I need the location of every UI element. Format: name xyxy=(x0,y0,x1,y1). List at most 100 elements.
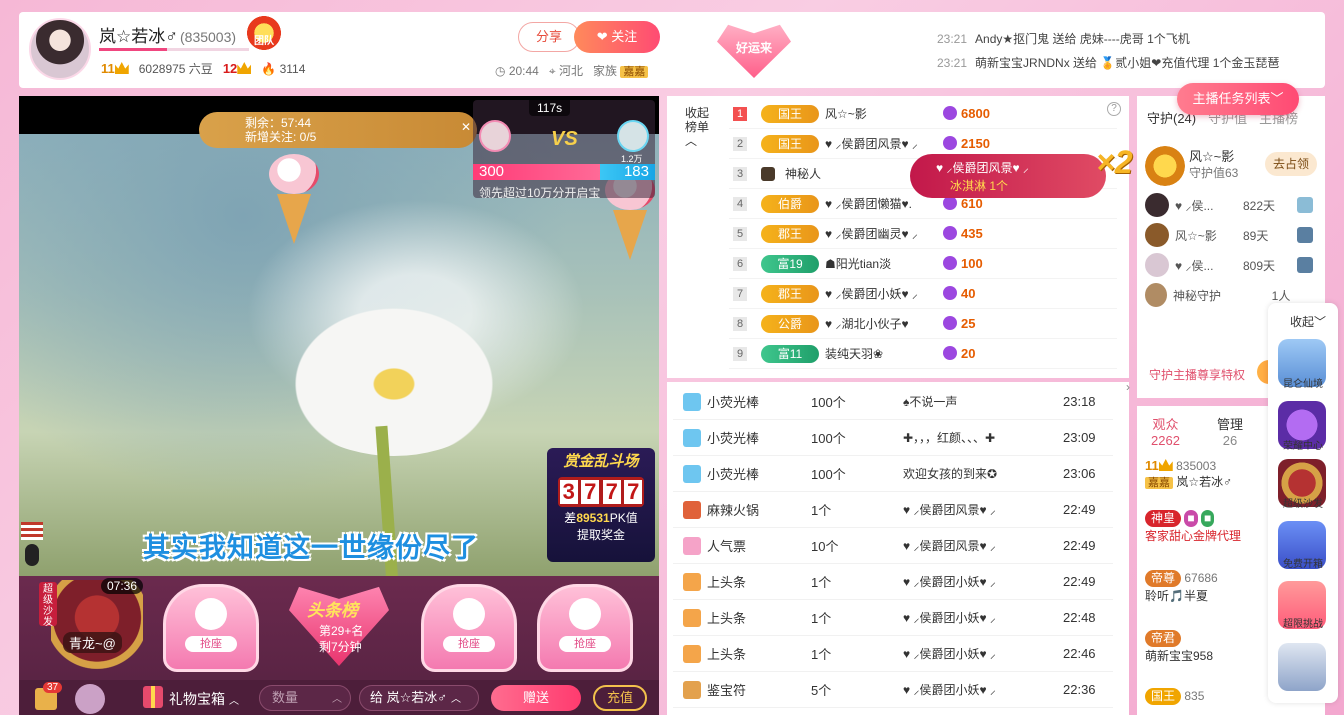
recipient-select[interactable]: 给 岚☆若冰♂ ︿ xyxy=(359,685,479,711)
rank-user-name[interactable]: ♥ ⸝侯爵团懒猫♥. xyxy=(825,195,935,212)
gift-sender[interactable]: ♥ ⸝侯爵团小妖♥ ⸝ xyxy=(903,573,1043,590)
user-name: 岚☆若冰♂ xyxy=(1176,475,1233,489)
user-avatar[interactable] xyxy=(75,684,105,714)
collapse-rank-button[interactable]: 收起榜单 ︿ xyxy=(685,106,711,148)
seat-row: 超级沙发 07:36 青龙~@ 抢座 头条榜 第29+名 剩7分钟 抢座 抢座 xyxy=(19,576,659,680)
gift-sender[interactable]: ♥ ⸝侯爵团小妖♥ ⸝ xyxy=(903,681,1043,698)
rank-number: 4 xyxy=(733,196,747,211)
flag-icon[interactable] xyxy=(21,522,43,540)
glowstick-icon xyxy=(683,428,701,447)
headline-remaining: 剩7分钟 xyxy=(319,640,362,654)
gift-name: 鉴宝符 xyxy=(707,683,747,698)
gift-count: 5个 xyxy=(811,683,832,698)
tab-manager[interactable]: 管理 26 xyxy=(1217,414,1243,448)
guard-row[interactable]: ♥ ⸝侯... 822天 xyxy=(1145,190,1321,220)
family-tag[interactable]: 嘉嘉 xyxy=(620,66,649,78)
noble-badge: 国王 xyxy=(761,134,819,153)
rank-row[interactable]: 9 富11 装纯天羽❀ 20 xyxy=(729,339,1117,369)
fire-icon: 🔥 xyxy=(261,61,277,76)
pk-left-avatar[interactable] xyxy=(479,120,511,152)
share-button[interactable]: 分享 xyxy=(518,22,580,52)
gold-arena-counter: 3 7 7 7 xyxy=(558,477,644,507)
rank-user-name[interactable]: 装纯天羽❀ xyxy=(825,345,935,362)
gift-sender[interactable]: 欢迎女孩的到来✪ xyxy=(903,465,1043,482)
audience-item[interactable]: 帝尊 67686 聆听🎵半夏 xyxy=(1145,570,1218,604)
headline-rank[interactable]: 头条榜 第29+名 剩7分钟 xyxy=(281,580,397,674)
gift-box-icon[interactable] xyxy=(143,686,163,708)
gift-time: 22:48 xyxy=(1063,610,1096,625)
eagle-icon[interactable] xyxy=(1278,643,1326,691)
rank-user-name[interactable]: 神秘人 xyxy=(785,165,895,182)
chevron-right-icon[interactable]: › xyxy=(1126,380,1130,394)
quantity-input[interactable]: 数量 ︿ xyxy=(259,685,351,711)
rank-row[interactable]: 8 公爵 ♥ ⸝湖北小伙子♥ 25 xyxy=(729,309,1117,339)
rank-user-name[interactable]: ☗阳光tian淡 xyxy=(825,255,935,272)
guard-row[interactable]: 风☆~影 89天 xyxy=(1145,220,1321,250)
seat-3[interactable]: 抢座 xyxy=(537,584,633,672)
beans-count: 6028975 六豆 xyxy=(138,62,213,76)
gift-sender[interactable]: ♥ ⸝侯爵团风景♥ ⸝ xyxy=(903,501,1043,518)
rank-row[interactable]: 6 富19 ☗阳光tian淡 100 xyxy=(729,249,1117,279)
grab-seat-button[interactable]: 抢座 xyxy=(185,636,237,652)
rank-row[interactable]: 7 郡王 ♥ ⸝侯爵团小妖♥ ⸝ 40 xyxy=(729,279,1117,309)
audience-item[interactable]: 神皇 ■ ■ 客家甜心金牌代理 xyxy=(1145,510,1241,544)
rank-user-name[interactable]: ♥ ⸝湖北小伙子♥ xyxy=(825,315,935,332)
rank-user-name[interactable]: 风☆~影 xyxy=(825,105,935,122)
occupy-button[interactable]: 去占领 xyxy=(1265,152,1317,176)
super-sofa-user[interactable]: 青龙~@ xyxy=(63,632,122,653)
guard-row[interactable]: ♥ ⸝侯... 809天 xyxy=(1145,250,1321,280)
seat-1[interactable]: 抢座 xyxy=(163,584,259,672)
gold-arena[interactable]: 赏金乱斗场 3 7 7 7 差89531PK值 提取奖金 xyxy=(547,448,655,562)
audience-item[interactable]: 国王 835 xyxy=(1145,688,1204,705)
noble-badge: 伯爵 xyxy=(761,194,819,213)
gold-arena-title: 赏金乱斗场 xyxy=(563,453,639,470)
host-task-list-button[interactable]: 主播任务列表﹀ xyxy=(1177,83,1299,115)
guard-name: 神秘守护 xyxy=(1172,288,1221,303)
user-icon xyxy=(569,598,601,630)
rank-row[interactable]: 1 国王 风☆~影 6800 xyxy=(729,99,1117,129)
recharge-button[interactable]: 充值 xyxy=(593,685,647,711)
team-badge-icon[interactable]: 团队 xyxy=(247,16,281,50)
super-sofa-avatar[interactable] xyxy=(51,580,143,674)
tab-audience[interactable]: 观众 2262 xyxy=(1151,414,1180,448)
gift-sender[interactable]: ♥ ⸝侯爵团小妖♥ ⸝ xyxy=(903,645,1043,662)
good-luck-badge[interactable]: 好运来 xyxy=(717,24,791,78)
live-video[interactable]: 剩余：57:44 新增关注: 0/5 ✕ 117s VS 300 183 领先超… xyxy=(19,96,659,576)
guard-privilege[interactable]: 守护主播尊享特权 xyxy=(1149,366,1245,383)
audience-item[interactable]: 11 835003 嘉嘉 岚☆若冰♂ xyxy=(1145,458,1232,490)
super-sofa-label: 超级沙发 xyxy=(1283,499,1323,510)
close-icon[interactable]: ✕ xyxy=(461,120,471,134)
microphone-icon[interactable] xyxy=(25,544,39,566)
rank-user-name[interactable]: ♥ ⸝侯爵团风景♥ ⸝ xyxy=(825,135,935,152)
pk-right-avatar[interactable] xyxy=(617,120,649,152)
task-list-label: 主播任务列表 xyxy=(1192,91,1271,106)
follow-button[interactable]: ❤ 关注 xyxy=(574,21,660,53)
gift-name: 上头条 xyxy=(707,647,747,662)
grab-seat-button[interactable]: 抢座 xyxy=(559,636,611,652)
gift-sender[interactable]: ♠不说一声 xyxy=(903,393,1043,410)
gift-sender[interactable]: ♥ ⸝侯爵团小妖♥ ⸝ xyxy=(903,609,1043,626)
rank-user-name[interactable]: ♥ ⸝侯爵团小妖♥ ⸝ xyxy=(825,285,935,302)
follow-task-box[interactable]: 剩余：57:44 新增关注: 0/5 ✕ xyxy=(199,112,477,148)
guard-king-icon xyxy=(1145,146,1185,186)
gift-count: 1个 xyxy=(811,611,832,626)
gold-claim[interactable]: 提取奖金 xyxy=(547,526,655,543)
send-gift-button[interactable]: 赠送 xyxy=(491,685,581,711)
rank-row[interactable]: 5 郡王 ♥ ⸝侯爵团幽灵♥ ⸝ 435 xyxy=(729,219,1117,249)
badge-icon: ■ xyxy=(1200,510,1215,527)
seat-2[interactable]: 抢座 xyxy=(421,584,517,672)
rank-user-name[interactable]: ♥ ⸝侯爵团幽灵♥ ⸝ xyxy=(825,225,935,242)
gift-sender[interactable]: ✚，，，红颜、、、✚ xyxy=(903,429,1043,446)
grab-seat-button[interactable]: 抢座 xyxy=(443,636,495,652)
collapse-float-button[interactable]: 收起﹀ xyxy=(1290,313,1326,330)
audience-item[interactable]: 帝君 萌新宝宝958 xyxy=(1145,630,1213,664)
noble-badge: 国王 xyxy=(761,104,819,123)
talisman-icon xyxy=(683,680,701,699)
host-avatar[interactable] xyxy=(29,18,91,80)
gift-box-button[interactable]: 礼物宝箱 ︿ xyxy=(169,689,239,709)
pk-panel[interactable]: 117s VS 300 183 领先超过10万分开启宝 1.2万 xyxy=(473,100,655,200)
guard-top-name[interactable]: 风☆~影 xyxy=(1189,146,1234,165)
crown-icon xyxy=(237,62,252,74)
contribution-rank: 收起榜单 ︿ ? 1 国王 风☆~影 6800 2 国王 ♥ ⸝侯爵团风景♥ ⸝ … xyxy=(667,96,1129,378)
gift-sender[interactable]: ♥ ⸝侯爵团风景♥ ⸝ xyxy=(903,537,1043,554)
